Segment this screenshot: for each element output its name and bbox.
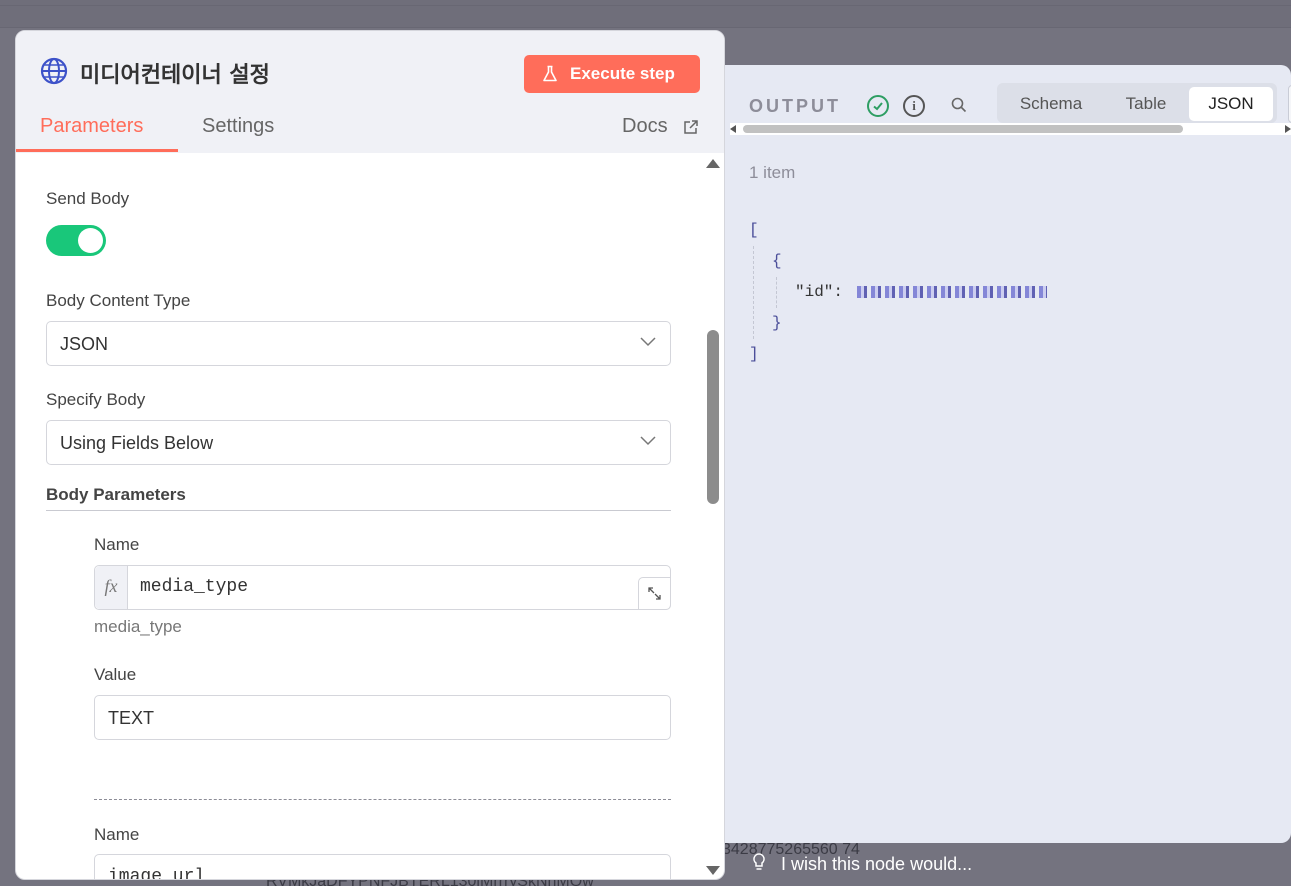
scrollbar-thumb[interactable] (707, 330, 719, 504)
horizontal-scrollbar[interactable] (730, 123, 1291, 135)
docs-link[interactable]: Docs (622, 115, 668, 138)
param-name-label: Name (94, 825, 140, 844)
json-object: { "id": } (753, 246, 1048, 339)
json-brace-open: { (772, 252, 782, 270)
output-view-tabs: Schema Table JSON (997, 83, 1277, 123)
select-value: JSON (60, 334, 109, 354)
body-content-type-label: Body Content Type (46, 291, 191, 310)
select-value: Using Fields Below (60, 433, 214, 453)
output-title: OUTPUT (749, 96, 841, 116)
json-row: "id": (776, 277, 1048, 308)
param-name-input[interactable]: image_url (94, 854, 671, 880)
send-body-label: Send Body (46, 189, 130, 208)
scroll-up-icon[interactable] (706, 159, 720, 168)
item-count: 1 item (749, 163, 796, 182)
background-grid-line (0, 27, 1291, 28)
external-link-icon[interactable] (683, 119, 699, 135)
body-parameters-label: Body Parameters (46, 485, 186, 504)
expression-fx-icon[interactable]: fx (95, 566, 128, 609)
search-icon[interactable] (950, 96, 968, 119)
scroll-right-icon[interactable] (1285, 125, 1291, 133)
success-check-icon (867, 95, 889, 117)
section-divider (46, 510, 671, 511)
param-value-input[interactable]: TEXT (94, 695, 671, 740)
send-body-toggle[interactable] (46, 225, 106, 256)
param-name-preview: media_type (94, 617, 182, 636)
feedback-link[interactable]: I wish this node would... (781, 854, 972, 875)
active-tab-indicator (16, 149, 178, 152)
execute-step-label: Execute step (570, 64, 675, 83)
vertical-scrollbar[interactable] (704, 153, 724, 879)
expand-icon (648, 587, 661, 600)
toggle-knob (78, 228, 103, 253)
scroll-left-icon[interactable] (730, 125, 736, 133)
json-bracket-close: ] (749, 345, 759, 363)
output-panel: OUTPUT i Schema Table JSON 1 item [ { "i… (700, 65, 1291, 843)
param-name-label: Name (94, 535, 140, 554)
json-value-redacted (857, 285, 1048, 298)
specify-body-label: Specify Body (46, 390, 146, 409)
flask-icon (543, 65, 557, 82)
json-bracket-open: [ (749, 221, 759, 239)
expand-editor-button[interactable] (638, 577, 671, 610)
scroll-down-icon[interactable] (706, 866, 720, 875)
globe-icon (40, 57, 68, 85)
param-name-input[interactable]: fx media_type (94, 565, 671, 610)
param-value-label: Value (94, 665, 137, 684)
input-value: media_type (140, 577, 249, 597)
input-value: TEXT (108, 708, 155, 728)
chevron-down-icon (640, 436, 656, 446)
scrollbar-thumb[interactable] (743, 125, 1183, 133)
execute-step-button[interactable]: Execute step (524, 55, 700, 93)
json-key: "id": (795, 283, 844, 301)
chevron-down-icon (640, 337, 656, 347)
node-title[interactable]: 미디어컨테이너 설정 (80, 57, 270, 89)
json-viewer: [ { "id": } ] (749, 215, 1048, 370)
node-settings-panel: 미디어컨테이너 설정 Execute step Parameters Setti… (15, 30, 725, 880)
tab-parameters[interactable]: Parameters (40, 115, 143, 138)
tab-schema[interactable]: Schema (1001, 87, 1101, 121)
json-brace-close: } (772, 314, 782, 332)
body-content-type-select[interactable]: JSON (46, 321, 671, 366)
tab-json[interactable]: JSON (1189, 87, 1273, 121)
lightbulb-icon (753, 853, 765, 870)
panel-header: 미디어컨테이너 설정 Execute step Parameters Setti… (16, 31, 724, 153)
tab-table[interactable]: Table (1105, 87, 1187, 121)
tab-settings[interactable]: Settings (202, 115, 274, 138)
parameter-separator (94, 799, 671, 800)
specify-body-select[interactable]: Using Fields Below (46, 420, 671, 465)
input-value: image_url (108, 867, 206, 880)
background-grid-line (0, 5, 1291, 6)
info-icon[interactable]: i (903, 95, 925, 117)
